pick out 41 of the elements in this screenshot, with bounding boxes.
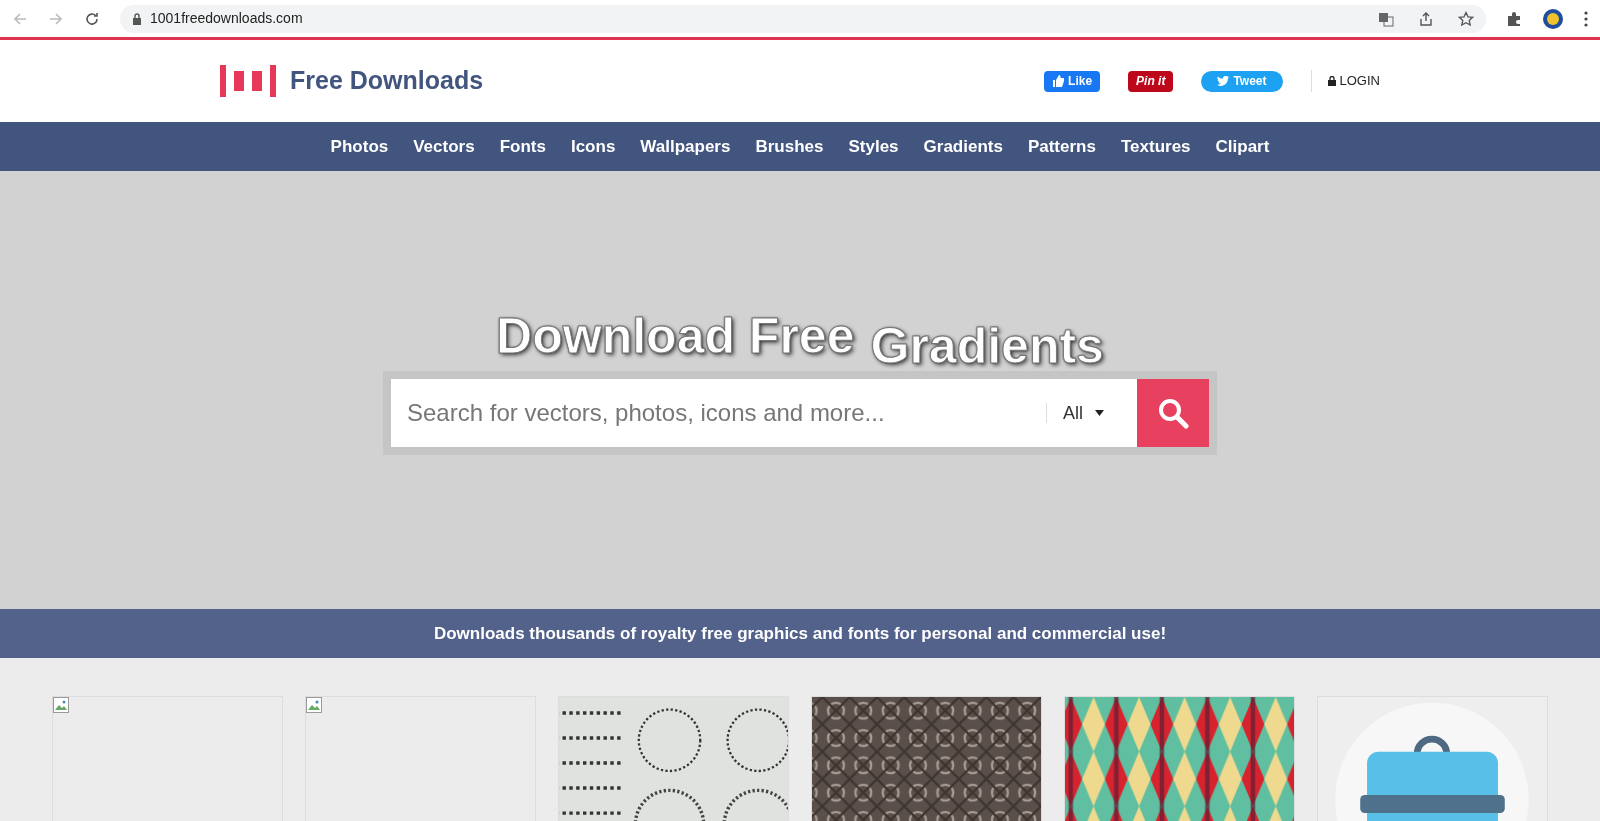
nav-link[interactable]: Icons	[570, 133, 616, 160]
thumbnail-card[interactable]	[305, 696, 536, 821]
search-button[interactable]	[1137, 379, 1209, 447]
hero-heading: Download Free	[496, 311, 855, 361]
url-text: 1001freedownloads.com	[150, 9, 303, 28]
menu-icon[interactable]	[1584, 10, 1588, 27]
address-bar[interactable]: 1001freedownloads.com	[120, 4, 1486, 33]
login-link[interactable]: LOGIN	[1327, 71, 1380, 91]
nav-link[interactable]: Photos	[330, 133, 389, 160]
nav-link[interactable]: Patterns	[1027, 133, 1096, 160]
lock-icon	[1327, 76, 1336, 86]
share-icon[interactable]	[1418, 10, 1434, 27]
nav-link[interactable]: Styles	[848, 133, 899, 160]
nav-link[interactable]: Clipart	[1215, 133, 1270, 160]
search-field[interactable]: Search for vectors, photos, icons and more... All	[391, 379, 1137, 447]
star-icon[interactable]	[1458, 10, 1474, 27]
like-button[interactable]: Like	[1044, 70, 1101, 92]
rotating-word: Gradients	[870, 321, 1104, 371]
category-dropdown[interactable]: All	[1047, 399, 1137, 427]
nav-link[interactable]: Wallpapers	[640, 133, 731, 160]
nav-link[interactable]: Fonts	[499, 133, 546, 160]
broken-image-icon	[53, 697, 69, 713]
bird-icon	[1217, 76, 1230, 86]
search-icon	[1157, 397, 1189, 429]
puzzle-icon[interactable]	[1506, 10, 1522, 27]
logo-icon[interactable]	[220, 65, 278, 97]
pin-button[interactable]: Pin it	[1128, 70, 1174, 92]
nav-link[interactable]: Gradients	[923, 133, 1003, 160]
lock-icon	[132, 12, 142, 25]
caret-icon	[1095, 410, 1104, 416]
translate-icon[interactable]	[1378, 10, 1394, 27]
nav-link[interactable]: Brushes	[755, 133, 824, 160]
nav-link[interactable]: Textures	[1120, 133, 1191, 160]
nav-link[interactable]: Vectors	[413, 133, 475, 160]
thumbnail-card[interactable]	[52, 696, 283, 821]
banner-text: Downloads thousands of royalty free graphics and fonts for personal and commercial use!	[433, 622, 1167, 645]
broken-image-icon	[306, 697, 322, 713]
logo-text[interactable]: Free Downloads	[290, 62, 484, 100]
thumb-icon	[1052, 75, 1065, 87]
reload-icon[interactable]	[84, 10, 100, 27]
profile-icon[interactable]	[1542, 7, 1564, 30]
